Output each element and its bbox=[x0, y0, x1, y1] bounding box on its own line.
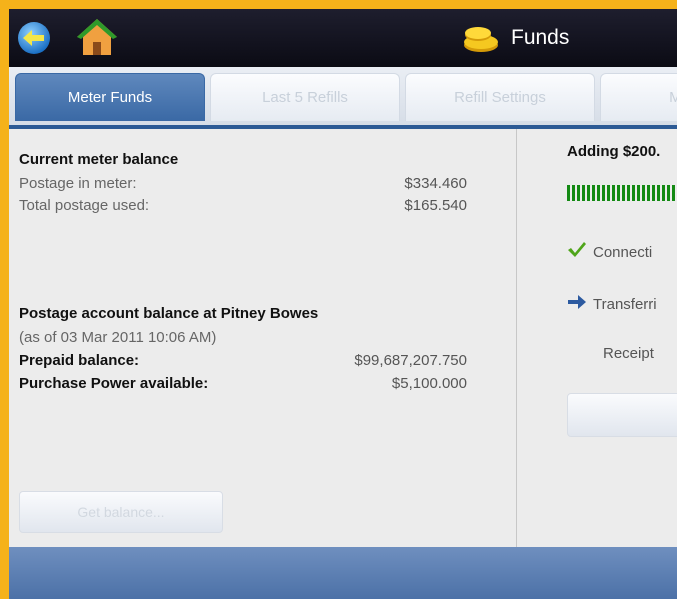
footer-bar bbox=[9, 547, 677, 599]
postage-in-meter-row: Postage in meter: $334.460 bbox=[19, 175, 467, 192]
progress-segment bbox=[567, 185, 570, 201]
step-transferring-label: Transferri bbox=[593, 295, 657, 313]
back-button[interactable] bbox=[17, 21, 51, 55]
progress-segment bbox=[597, 185, 600, 201]
step-receipt: Receipt bbox=[603, 345, 654, 362]
total-postage-used-value: $165.540 bbox=[404, 197, 467, 214]
window-title: Funds bbox=[461, 21, 569, 55]
progress-segment bbox=[672, 185, 675, 201]
purchase-power-row: Purchase Power available: $5,100.000 bbox=[19, 375, 467, 392]
home-icon bbox=[77, 19, 117, 55]
postage-in-meter-label: Postage in meter: bbox=[19, 175, 137, 192]
progress-segment bbox=[627, 185, 630, 201]
prepaid-balance-value: $99,687,207.750 bbox=[354, 352, 467, 369]
get-balance-button[interactable]: Get balance... bbox=[19, 491, 223, 533]
arrow-right-icon bbox=[567, 294, 593, 314]
prepaid-balance-label: Prepaid balance: bbox=[19, 352, 140, 369]
progress-segment bbox=[612, 185, 615, 201]
meter-balance-heading: Current meter balance bbox=[19, 151, 179, 168]
purchase-power-value: $5,100.000 bbox=[391, 375, 467, 392]
progress-segment bbox=[572, 185, 575, 201]
transfer-progress-bar bbox=[567, 185, 675, 201]
home-button[interactable] bbox=[75, 17, 119, 57]
as-of-date: (as of 03 Mar 2011 10:06 AM) bbox=[19, 329, 217, 346]
back-arrow-icon bbox=[18, 22, 50, 54]
progress-segment bbox=[602, 185, 605, 201]
progress-segment bbox=[647, 185, 650, 201]
tab-meter-f[interactable]: Meter F bbox=[600, 73, 677, 121]
page-title: Funds bbox=[511, 26, 570, 49]
tab-meter-funds[interactable]: Meter Funds bbox=[15, 73, 205, 121]
top-bar: Funds bbox=[9, 9, 677, 67]
progress-segment bbox=[657, 185, 660, 201]
progress-segment bbox=[587, 185, 590, 201]
transfer-panel: Adding $200. Connecti Transferri Receipt bbox=[517, 129, 677, 547]
postage-in-meter-value: $334.460 bbox=[404, 175, 467, 192]
progress-segment bbox=[577, 185, 580, 201]
tab-bar: Meter Funds Last 5 Refills Refill Settin… bbox=[9, 67, 677, 129]
tab-refill-settings[interactable]: Refill Settings bbox=[405, 73, 595, 121]
check-icon bbox=[567, 241, 593, 263]
progress-segment bbox=[622, 185, 625, 201]
meter-funds-panel: Current meter balance Postage in meter: … bbox=[9, 129, 515, 547]
coins-icon bbox=[464, 27, 498, 52]
progress-segment bbox=[642, 185, 645, 201]
cancel-button[interactable] bbox=[567, 393, 677, 437]
step-connecting-label: Connecti bbox=[593, 243, 653, 261]
progress-segment bbox=[582, 185, 585, 201]
progress-segment bbox=[652, 185, 655, 201]
progress-segment bbox=[667, 185, 670, 201]
progress-segment bbox=[662, 185, 665, 201]
account-balance-heading: Postage account balance at Pitney Bowes bbox=[19, 305, 319, 322]
app-window: Funds Meter Funds Last 5 Refills Refill … bbox=[9, 9, 677, 599]
adding-status: Adding $200. bbox=[567, 143, 661, 160]
tab-last-5-refills[interactable]: Last 5 Refills bbox=[210, 73, 400, 121]
progress-segment bbox=[607, 185, 610, 201]
progress-segment bbox=[632, 185, 635, 201]
purchase-power-label: Purchase Power available: bbox=[19, 375, 209, 392]
progress-segment bbox=[637, 185, 640, 201]
prepaid-balance-row: Prepaid balance: $99,687,207.750 bbox=[19, 352, 467, 369]
progress-segment bbox=[617, 185, 620, 201]
total-postage-used-label: Total postage used: bbox=[19, 197, 150, 214]
step-connecting: Connecti bbox=[567, 241, 652, 263]
total-postage-used-row: Total postage used: $165.540 bbox=[19, 197, 467, 214]
progress-segment bbox=[592, 185, 595, 201]
step-transferring: Transferri bbox=[567, 294, 657, 314]
